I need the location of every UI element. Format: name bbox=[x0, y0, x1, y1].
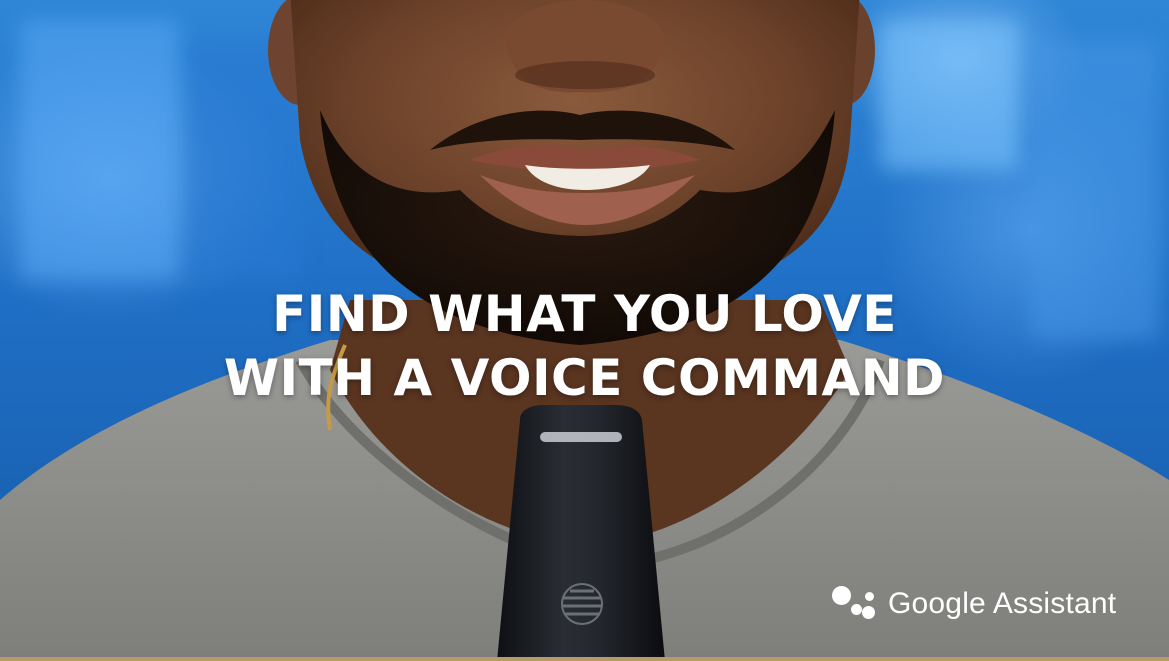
google-assistant-logo: Google Assistant bbox=[832, 584, 1116, 624]
google-assistant-dots-icon bbox=[832, 584, 878, 624]
headline-line-1: FIND WHAT YOU LOVE bbox=[272, 285, 897, 343]
nose-shadow bbox=[515, 61, 655, 89]
voice-remote bbox=[497, 405, 665, 661]
headline-line-2: WITH A VOICE COMMAND bbox=[223, 349, 946, 407]
headline: FIND WHAT YOU LOVE WITH A VOICE COMMAND bbox=[0, 282, 1169, 410]
bottom-border bbox=[0, 657, 1169, 661]
remote-mic-light bbox=[540, 432, 622, 442]
ad-scene: FIND WHAT YOU LOVE WITH A VOICE COMMAND … bbox=[0, 0, 1169, 661]
google-assistant-label: Google Assistant bbox=[888, 587, 1117, 620]
